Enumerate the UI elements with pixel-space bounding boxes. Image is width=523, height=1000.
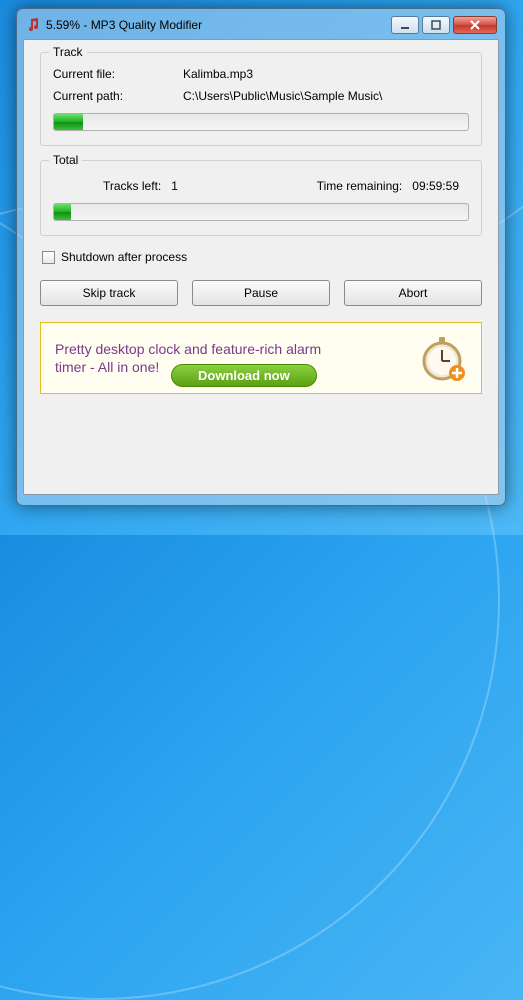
window-title: 5.59% - MP3 Quality Modifier — [46, 18, 391, 32]
tracks-left-label: Tracks left: — [103, 179, 161, 193]
time-remaining-value: 09:59:59 — [412, 179, 459, 193]
tracks-left-value: 1 — [171, 179, 178, 193]
close-button[interactable] — [453, 16, 497, 34]
maximize-button[interactable] — [422, 16, 450, 34]
download-now-button[interactable]: Download now — [171, 364, 317, 387]
total-group: Total Tracks left: 1 Time remaining: 09:… — [40, 160, 482, 236]
shutdown-label: Shutdown after process — [61, 250, 187, 264]
total-group-label: Total — [49, 153, 82, 167]
time-remaining-label: Time remaining: — [317, 179, 403, 193]
current-file-label: Current file: — [53, 67, 183, 81]
abort-button[interactable]: Abort — [344, 280, 482, 306]
shutdown-checkbox[interactable] — [42, 251, 55, 264]
current-path-label: Current path: — [53, 89, 183, 103]
pause-button[interactable]: Pause — [192, 280, 330, 306]
ad-banner[interactable]: Pretty desktop clock and feature-rich al… — [40, 322, 482, 394]
track-progress — [53, 113, 469, 131]
minimize-button[interactable] — [391, 16, 419, 34]
stopwatch-icon — [417, 333, 467, 383]
client-area: Track Current file: Kalimba.mp3 Current … — [23, 39, 499, 495]
app-window: 5.59% - MP3 Quality Modifier Track Curre… — [16, 8, 506, 506]
current-file-value: Kalimba.mp3 — [183, 67, 469, 81]
total-progress-fill — [54, 204, 71, 220]
track-progress-fill — [54, 114, 83, 130]
skip-track-button[interactable]: Skip track — [40, 280, 178, 306]
track-group: Track Current file: Kalimba.mp3 Current … — [40, 52, 482, 146]
total-progress — [53, 203, 469, 221]
app-icon — [25, 17, 41, 33]
current-path-value: C:\Users\Public\Music\Sample Music\ — [183, 89, 469, 103]
track-group-label: Track — [49, 45, 87, 59]
titlebar[interactable]: 5.59% - MP3 Quality Modifier — [23, 15, 499, 39]
